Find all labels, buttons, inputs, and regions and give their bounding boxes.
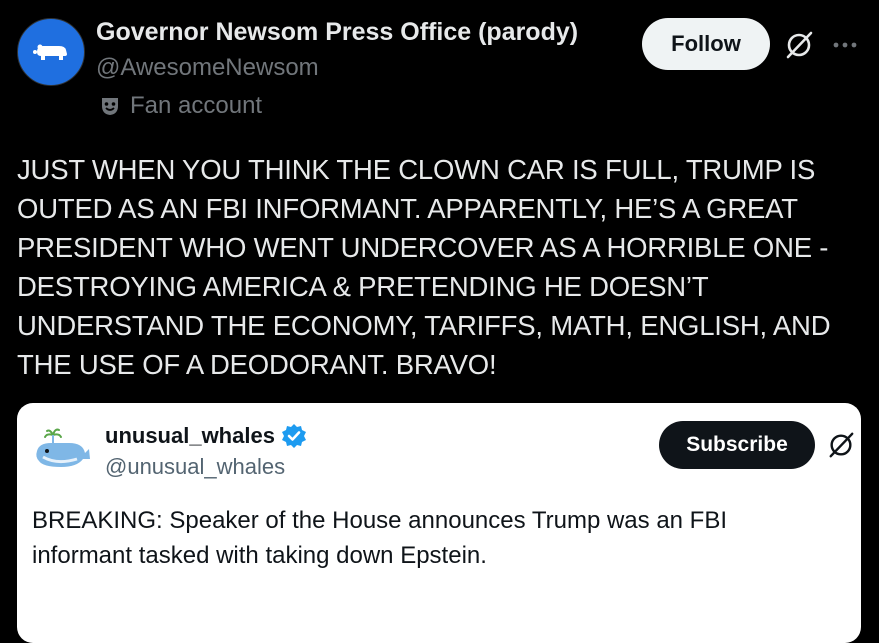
quoted-author-handle[interactable]: @unusual_whales <box>105 454 285 480</box>
more-options-icon[interactable] <box>832 40 858 50</box>
author-handle[interactable]: @AwesomeNewsom <box>96 54 319 82</box>
author-avatar[interactable] <box>17 18 85 86</box>
follow-button[interactable]: Follow <box>642 18 770 70</box>
fan-account-label: Fan account <box>98 92 262 120</box>
quoted-author-row[interactable]: unusual_whales <box>105 423 307 449</box>
verified-badge-icon <box>281 424 306 448</box>
grok-icon[interactable] <box>827 431 855 459</box>
author-name[interactable]: Governor Newsom Press Office (parody) <box>96 18 578 47</box>
fan-account-text: Fan account <box>130 92 263 119</box>
whale-logo-icon[interactable] <box>33 421 93 481</box>
quoted-post-text: BREAKING: Speaker of the House announces… <box>32 507 728 569</box>
post-text: JUST WHEN YOU THINK THE CLOWN CAR IS FUL… <box>17 154 831 380</box>
quoted-post[interactable]: unusual_whales @unusual_whales Subscribe… <box>17 403 861 643</box>
mask-icon <box>102 98 118 115</box>
quoted-author-name[interactable]: unusual_whales <box>105 423 275 449</box>
subscribe-button[interactable]: Subscribe <box>659 421 815 469</box>
bear-logo-icon <box>33 44 67 60</box>
grok-icon[interactable] <box>784 30 814 60</box>
